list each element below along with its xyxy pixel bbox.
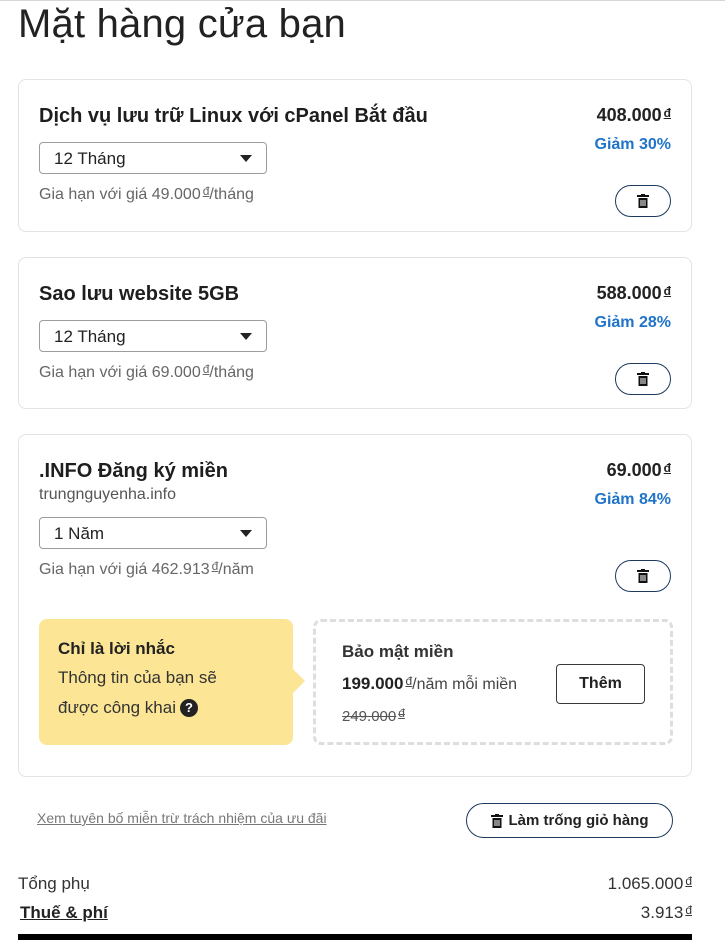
- cart-item-domain: .INFO Đăng ký miền trungnguyenha.info 1 …: [18, 434, 692, 777]
- renewal-price-text: Gia hạn với giá 69.000: [39, 364, 201, 381]
- empty-cart-button[interactable]: Làm trống giỏ hàng: [466, 803, 673, 838]
- trash-icon: [490, 813, 503, 828]
- currency-symbol: đ: [398, 706, 405, 720]
- item-price: 69.000 đ: [607, 460, 671, 481]
- page-title: Mặt hàng cửa bạn: [18, 2, 346, 46]
- offer-title: Bảo mật miền: [342, 642, 454, 661]
- term-select-value: 12 Tháng: [54, 149, 126, 168]
- discount-badge: Giảm 84%: [594, 491, 671, 508]
- currency-symbol: đ: [685, 874, 692, 888]
- product-name: .INFO Đăng ký miền: [39, 460, 228, 482]
- tax-amount: 3.913: [640, 903, 684, 922]
- renewal-period: /tháng: [209, 186, 254, 203]
- offer-old-price: 249.000 đ: [342, 706, 405, 725]
- subtotal-amount: 1.065.000: [607, 874, 684, 893]
- currency-symbol: đ: [663, 106, 671, 120]
- offer-price: 199.000 đ/năm mỗi miền: [342, 674, 517, 694]
- chevron-down-icon: [240, 333, 252, 340]
- renewal-price: Gia hạn với giá 49.000 đ/tháng: [39, 184, 254, 204]
- empty-cart-label: Làm trống giỏ hàng: [508, 812, 649, 829]
- offer-price-period: /năm mỗi miền: [412, 676, 518, 693]
- product-name: Sao lưu website 5GB: [39, 283, 240, 305]
- domain-name: trungnguyenha.info: [39, 486, 176, 503]
- item-price-value: 408.000: [596, 105, 662, 125]
- bottom-divider: [18, 934, 692, 940]
- add-privacy-button[interactable]: Thêm: [556, 664, 645, 704]
- offer-old-price-value: 249.000: [342, 708, 397, 725]
- reminder-title: Chỉ là lời nhắc: [58, 639, 175, 658]
- item-price: 588.000 đ: [597, 283, 671, 304]
- reminder-text: Thông tin của bạn sẽ được công khai?: [58, 663, 258, 723]
- tax-value: 3.913 đ: [641, 903, 692, 923]
- renewal-price: Gia hạn với giá 462.913 đ/năm: [39, 559, 254, 579]
- term-select[interactable]: 12 Tháng: [39, 320, 267, 352]
- subtotal-value: 1.065.000 đ: [608, 874, 692, 894]
- item-price-value: 588.000: [596, 283, 662, 303]
- tax-row: Thuế & phí 3.913 đ: [18, 903, 692, 923]
- discount-badge: Giảm 28%: [594, 314, 671, 331]
- delete-item-button[interactable]: [615, 560, 671, 592]
- privacy-reminder: Chỉ là lời nhắc Thông tin của bạn sẽ đượ…: [39, 619, 305, 745]
- item-price: 408.000 đ: [597, 105, 671, 126]
- term-select-value: 1 Năm: [54, 524, 105, 543]
- question-circle-icon[interactable]: ?: [179, 699, 198, 717]
- term-select[interactable]: 12 Tháng: [39, 142, 267, 174]
- offer-price-value: 199.000: [342, 674, 404, 693]
- tax-fees-link[interactable]: Thuế & phí: [20, 903, 108, 922]
- renewal-price-text: Gia hạn với giá 462.913: [39, 561, 210, 578]
- trash-icon: [637, 569, 649, 583]
- delete-item-button[interactable]: [615, 185, 671, 217]
- chevron-down-icon: [240, 155, 252, 162]
- delete-item-button[interactable]: [615, 363, 671, 395]
- term-select[interactable]: 1 Năm: [39, 517, 267, 549]
- renewal-price: Gia hạn với giá 69.000 đ/tháng: [39, 362, 254, 382]
- trash-icon: [637, 194, 649, 208]
- domain-privacy-offer: Bảo mật miền 199.000 đ/năm mỗi miền 249.0…: [313, 619, 673, 745]
- top-divider: [0, 0, 725, 1]
- chevron-down-icon: [240, 530, 252, 537]
- currency-symbol: đ: [685, 903, 692, 917]
- renewal-period: /tháng: [209, 364, 254, 381]
- currency-symbol: đ: [663, 284, 671, 298]
- item-price-value: 69.000: [606, 460, 662, 480]
- subtotal-label: Tổng phụ: [18, 874, 90, 893]
- trash-icon: [637, 372, 649, 386]
- subtotal-row: Tổng phụ 1.065.000 đ: [18, 874, 692, 894]
- renewal-period: /năm: [218, 561, 254, 578]
- cart-item-hosting: Dịch vụ lưu trữ Linux với cPanel Bắt đầu…: [18, 79, 692, 232]
- discount-badge: Giảm 30%: [594, 136, 671, 153]
- currency-symbol: đ: [663, 461, 671, 475]
- renewal-price-text: Gia hạn với giá 49.000: [39, 186, 201, 203]
- product-name: Dịch vụ lưu trữ Linux với cPanel Bắt đầu: [39, 105, 428, 127]
- cart-item-backup: Sao lưu website 5GB 12 Tháng Gia hạn với…: [18, 257, 692, 409]
- term-select-value: 12 Tháng: [54, 327, 126, 346]
- offer-disclaimer-link[interactable]: Xem tuyên bố miễn trừ trách nhiệm của ưu…: [37, 810, 327, 826]
